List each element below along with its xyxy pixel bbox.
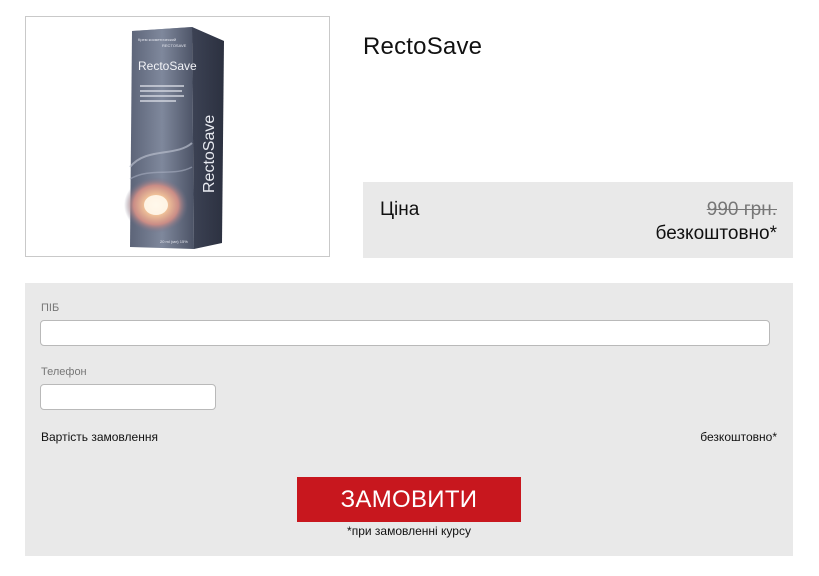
price-panel: Ціна 990 грн. безкоштовно*	[363, 182, 793, 258]
order-cost-label: Вартість замовлення	[41, 430, 158, 444]
name-input[interactable]	[40, 320, 770, 346]
product-box-illustration: Крем косметический RECTOSAVE RectoSave 2…	[124, 27, 224, 249]
new-price: безкоштовно*	[655, 223, 777, 244]
footnote: *при замовленні курсу	[347, 524, 471, 538]
product-title: RectoSave	[363, 33, 483, 60]
old-price: 990 грн.	[706, 199, 777, 220]
order-button[interactable]: ЗАМОВИТИ	[297, 477, 521, 522]
product-image: Крем косметический RECTOSAVE RectoSave 2…	[25, 16, 330, 257]
box-brand: RectoSave	[138, 59, 197, 73]
box-brand-small: RECTOSAVE	[162, 43, 187, 48]
phone-input[interactable]	[40, 384, 216, 410]
phone-label: Телефон	[41, 366, 87, 378]
order-cost-value: безкоштовно*	[700, 430, 777, 444]
box-volume: 20 ml (мл) 15%	[160, 239, 188, 244]
box-side-brand: RectoSave	[201, 115, 218, 193]
name-label: ПІБ	[41, 302, 60, 314]
order-form: ПІБ Телефон Вартість замовлення безкошто…	[25, 283, 793, 556]
box-top-text: Крем косметический	[138, 37, 176, 42]
price-label: Ціна	[380, 199, 420, 220]
